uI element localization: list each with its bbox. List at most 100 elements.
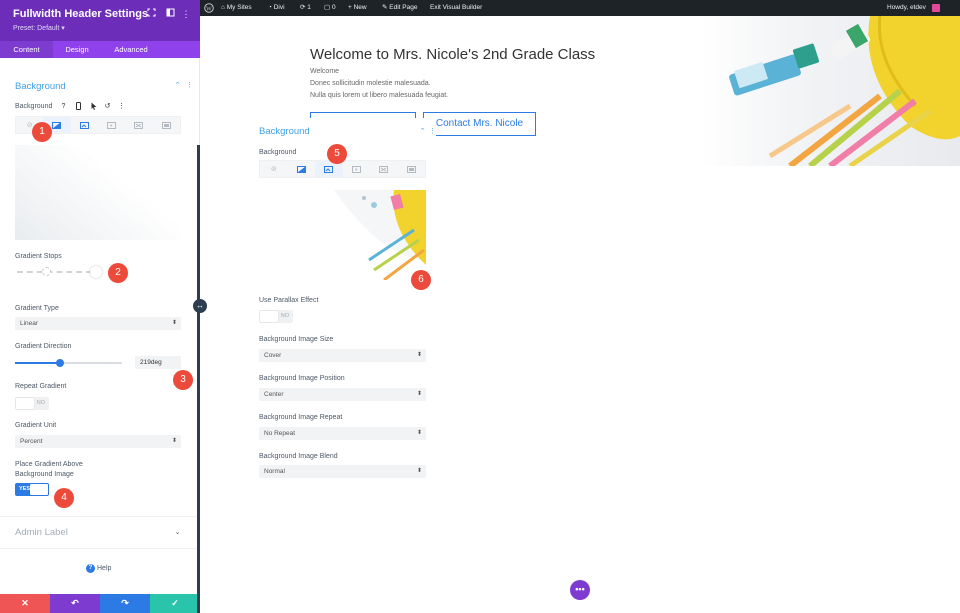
parallax-label: Use Parallax Effect	[259, 297, 319, 304]
mask-tab[interactable]	[153, 117, 180, 133]
floating-background-label: Background	[259, 149, 297, 156]
updates-link[interactable]: ⟳ 1	[300, 0, 311, 16]
my-sites-label: My Sites	[226, 4, 252, 11]
help-link[interactable]: Help	[97, 565, 111, 572]
gradient-unit-value: Percent	[20, 438, 43, 445]
mask-icon	[406, 165, 416, 173]
admin-bar: W ⌂ My Sites ◔ Divi ⟳ 1 ▢ 0 + New ✎ Edit…	[200, 0, 960, 16]
parallax-toggle[interactable]: NO	[259, 310, 293, 323]
image-size-select[interactable]: Cover ⬍	[259, 349, 426, 362]
image-repeat-select[interactable]: No Repeat ⬍	[259, 427, 426, 440]
updates-count: 1	[307, 4, 311, 11]
place-above-toggle[interactable]: YES	[15, 483, 49, 496]
more-options-icon[interactable]: ⋮	[180, 8, 192, 20]
image-tab[interactable]	[71, 117, 98, 133]
image-position-select[interactable]: Center ⬍	[259, 388, 426, 401]
gradient-tab[interactable]	[288, 161, 316, 177]
howdy-user[interactable]: Howdy, etdev	[887, 0, 926, 16]
gradient-stop-handle-end[interactable]	[90, 266, 102, 278]
image-position-value: Center	[264, 391, 284, 398]
edit-page-link[interactable]: ✎ Edit Page	[382, 0, 417, 16]
video-icon	[351, 165, 361, 173]
video-tab[interactable]	[98, 117, 125, 133]
expand-icon[interactable]	[145, 8, 157, 20]
redo-icon: ↷	[121, 598, 129, 608]
toggle-knob	[260, 311, 278, 322]
gradient-stops-bar[interactable]	[17, 271, 92, 273]
undo-button[interactable]: ↶	[50, 594, 100, 613]
wordpress-logo-icon[interactable]: W	[204, 0, 214, 16]
save-button[interactable]: ✓	[150, 594, 200, 613]
place-above-label-line2: Background Image	[15, 471, 74, 478]
step-marker-5: 5	[327, 144, 347, 164]
image-repeat-value: No Repeat	[264, 430, 296, 437]
gradient-direction-slider-track[interactable]	[15, 362, 122, 364]
page-settings-button[interactable]: •••	[570, 580, 590, 600]
panel-resize-bar[interactable]	[197, 145, 200, 613]
gradient-direction-slider-knob[interactable]	[55, 359, 64, 367]
comments-link[interactable]: ▢ 0	[324, 0, 336, 16]
redo-button[interactable]: ↷	[100, 594, 150, 613]
gradient-unit-select[interactable]: Percent ⬍	[15, 435, 181, 448]
no-background-tab[interactable]: ⊘	[260, 161, 288, 177]
preset-selector[interactable]: Preset: Default ▾	[13, 24, 65, 32]
tab-advanced[interactable]: Advanced	[101, 41, 161, 58]
hero-title: Welcome to Mrs. Nicole's 2nd Grade Class	[310, 46, 596, 63]
help-icon[interactable]: ?	[59, 102, 68, 111]
divi-link[interactable]: ◔ Divi	[268, 0, 285, 16]
toggle-knob	[30, 484, 48, 495]
image-position-label: Background Image Position	[259, 375, 345, 382]
new-link[interactable]: + New	[348, 0, 367, 16]
chevron-down-icon[interactable]: ⌄	[173, 528, 182, 537]
background-section-title[interactable]: Background	[15, 81, 66, 92]
resize-handle-icon[interactable]: ↔	[193, 299, 207, 313]
pattern-tab[interactable]	[370, 161, 398, 177]
section-menu-icon[interactable]: ⋮	[428, 127, 437, 136]
gradient-direction-input[interactable]: 219deg	[135, 356, 181, 369]
place-above-label-line1: Place Gradient Above	[15, 461, 83, 468]
discard-button[interactable]: ✕	[0, 594, 50, 613]
floating-background-title[interactable]: Background	[259, 126, 310, 137]
chevron-up-icon[interactable]: ⌃	[418, 127, 427, 136]
gradient-type-value: Linear	[20, 320, 39, 327]
image-blend-select[interactable]: Normal ⬍	[259, 465, 426, 478]
avatar[interactable]	[932, 4, 940, 12]
parallax-value: NO	[280, 313, 289, 319]
settings-panel: Fullwidth Header Settings Preset: Defaul…	[0, 0, 200, 613]
section-menu-icon[interactable]: ⋮	[185, 81, 194, 90]
help-circle-icon[interactable]: ?	[86, 564, 95, 573]
chevron-up-icon[interactable]: ⌃	[173, 81, 182, 90]
mobile-icon[interactable]	[74, 102, 83, 111]
gradient-unit-label: Gradient Unit	[15, 422, 57, 429]
gradient-type-select[interactable]: Linear ⬍	[15, 317, 181, 330]
hero-button-2[interactable]: Contact Mrs. Nicole	[423, 112, 536, 136]
reset-icon[interactable]: ↺	[103, 102, 112, 111]
video-tab[interactable]	[343, 161, 371, 177]
panel-footer: ✕ ↶ ↷ ✓	[0, 594, 200, 613]
place-above-value: YES	[19, 486, 31, 492]
sidebar-toggle-icon[interactable]	[164, 8, 176, 20]
tab-design[interactable]: Design	[53, 41, 101, 58]
floating-background-type-tabs: ⊘	[259, 160, 426, 178]
my-sites-link[interactable]: ⌂ My Sites	[221, 0, 252, 16]
pattern-tab[interactable]	[125, 117, 152, 133]
divider	[0, 548, 197, 549]
exit-visual-builder-link[interactable]: Exit Visual Builder	[430, 0, 482, 16]
pattern-icon	[379, 165, 389, 173]
select-arrows-icon: ⬍	[416, 430, 422, 436]
gradient-stops-label: Gradient Stops	[15, 253, 62, 260]
repeat-gradient-toggle[interactable]: NO	[15, 397, 49, 410]
gradient-type-label: Gradient Type	[15, 305, 59, 312]
edit-page-label: Edit Page	[389, 4, 418, 11]
admin-label-section-title[interactable]: Admin Label	[15, 527, 68, 538]
divider	[0, 516, 197, 517]
image-size-value: Cover	[264, 352, 282, 359]
hover-cursor-icon[interactable]	[89, 102, 98, 111]
background-image-preview[interactable]	[314, 190, 426, 280]
mask-tab[interactable]	[398, 161, 426, 177]
image-icon	[324, 165, 334, 173]
field-menu-icon[interactable]: ⋮	[117, 102, 126, 111]
tab-content[interactable]: Content	[0, 41, 53, 58]
step-marker-2: 2	[108, 263, 128, 283]
gradient-stop-handle[interactable]	[42, 267, 51, 276]
